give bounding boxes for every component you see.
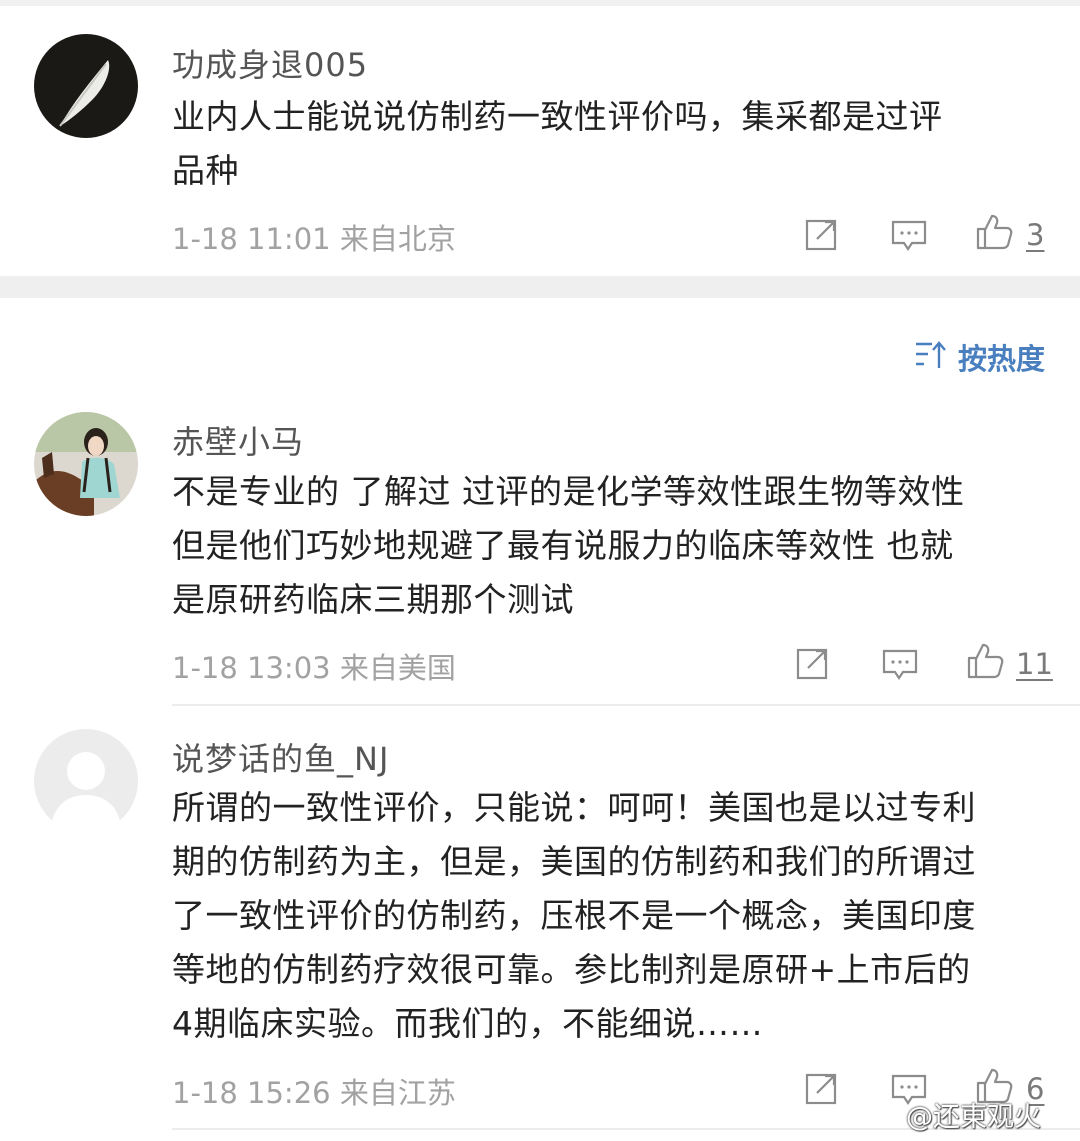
comment-actions: 3 [804, 214, 1054, 256]
comment-line: 不是专业的 了解过 过评的是化学等效性跟生物等效性 [172, 472, 965, 511]
comment-text: 不是专业的 了解过 过评的是化学等效性跟生物等效性 但是他们巧妙地规避了最有说服… [172, 465, 1052, 627]
like-count[interactable]: 11 [1016, 647, 1053, 681]
username[interactable]: 说梦话的鱼_NJ [172, 734, 389, 780]
comment-meta: 1-18 11:01 来自北京 [172, 216, 456, 258]
location: 来自江苏 [339, 1076, 456, 1110]
comment-line: 期的仿制药为主，但是，美国的仿制药和我们的所谓过 [172, 842, 976, 881]
comment-line: 等地的仿制药疗效很可靠。参比制剂是原研+上市后的 [172, 950, 971, 989]
avatar[interactable] [34, 34, 138, 138]
comment-meta: 1-18 13:03 来自美国 [172, 645, 456, 687]
comment-divider [172, 704, 1080, 706]
comment-text: 所谓的一致性评价，只能说：呵呵！美国也是以过专利 期的仿制药为主，但是，美国的仿… [172, 781, 1052, 1051]
share-icon[interactable] [795, 645, 831, 681]
comment-line: 但是他们巧妙地规避了最有说服力的临床等效性 也就 [172, 526, 954, 565]
timestamp: 1-18 15:26 [172, 1076, 331, 1110]
comment-icon[interactable] [890, 216, 928, 254]
timestamp: 1-18 13:03 [172, 651, 331, 685]
share-icon[interactable] [804, 1070, 840, 1106]
top-divider [0, 0, 1080, 6]
comment-meta: 1-18 15:26 来自江苏 [172, 1070, 456, 1112]
comment-line: 4期临床实验。而我们的，不能细说…… [172, 1004, 763, 1043]
location: 来自美国 [339, 651, 456, 685]
location: 来自北京 [339, 222, 456, 256]
thumbs-up-icon[interactable] [965, 641, 1005, 681]
share-icon[interactable] [804, 216, 840, 252]
avatar[interactable] [34, 412, 138, 516]
sort-label[interactable]: 按热度 [958, 336, 1045, 378]
sort-icon [916, 341, 946, 368]
comment-icon[interactable] [881, 645, 919, 683]
username[interactable]: 功成身退005 [172, 40, 368, 86]
comment-page: 功成身退005 业内人士能说说仿制药一致性评价吗，集采都是过评 品种 1-18 … [0, 0, 1080, 1141]
comment-text: 业内人士能说说仿制药一致性评价吗，集采都是过评 品种 [172, 90, 1052, 198]
like-count[interactable]: 3 [1026, 218, 1044, 252]
watermark: @还東观火 [906, 1102, 1041, 1133]
comment-line: 所谓的一致性评价，只能说：呵呵！美国也是以过专利 [172, 788, 976, 827]
avatar[interactable] [34, 729, 138, 833]
timestamp: 1-18 11:01 [172, 222, 331, 256]
comment-line: 业内人士能说说仿制药一致性评价吗，集采都是过评 [172, 97, 943, 136]
comment-line: 是原研药临床三期那个测试 [172, 580, 574, 619]
section-divider [0, 276, 1080, 298]
comment-line: 品种 [172, 151, 239, 190]
comment-line: 了一致性评价的仿制药，压根不是一个概念，美国印度 [172, 896, 976, 935]
username[interactable]: 赤壁小马 [172, 417, 304, 463]
comment-actions: 11 [795, 643, 1055, 685]
thumbs-up-icon[interactable] [974, 212, 1014, 252]
